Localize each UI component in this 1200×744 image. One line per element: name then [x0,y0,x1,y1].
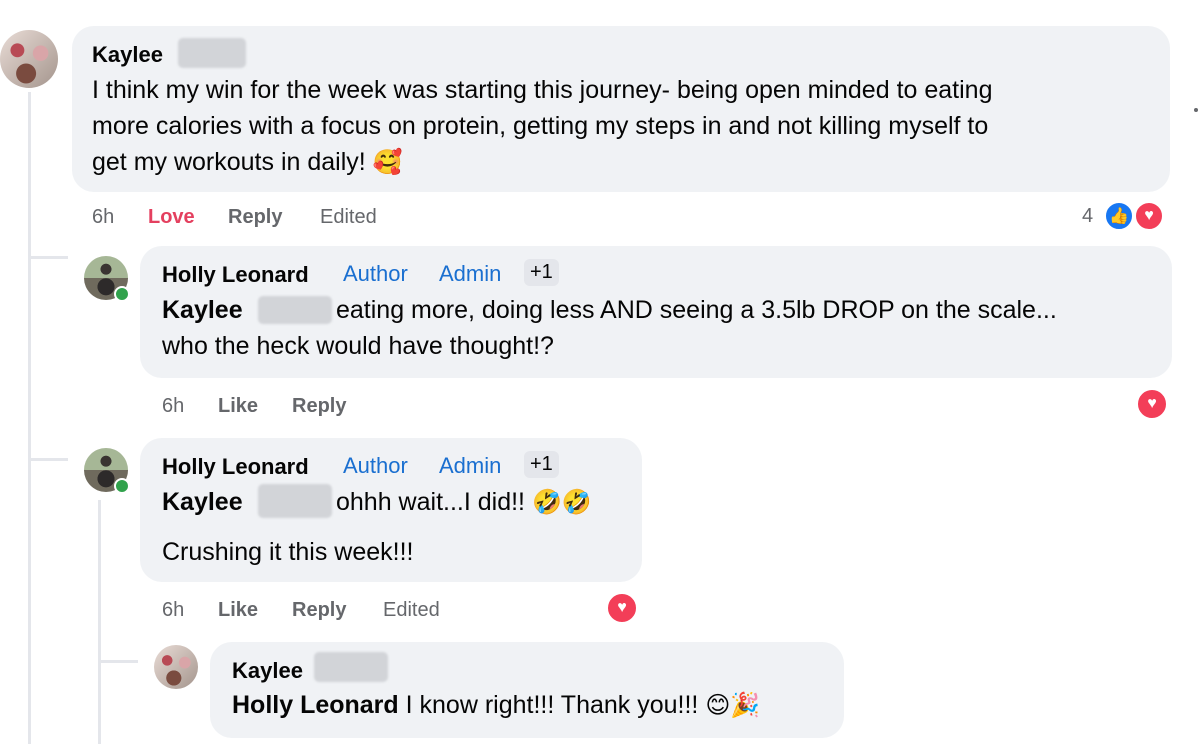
smiling-hearts-emoji: 🥰 [372,149,403,176]
admin-badge[interactable]: Admin [439,261,501,287]
comment-text-line: Holly Leonard I know right!!! Thank you!… [232,687,760,724]
mention-link[interactable]: Holly Leonard [232,691,399,719]
comment-text: who the heck would have thought!? [162,332,554,360]
admin-badge[interactable]: Admin [439,453,501,479]
avatar[interactable] [0,30,58,88]
author-badge[interactable]: Author [343,261,408,287]
redacted-name [314,652,388,682]
comment-text: get my workouts in daily! [92,148,366,176]
comment-author[interactable]: Holly Leonard [162,454,309,480]
comment-bubble: Holly Leonard Author Admin +1 Kaylee eat… [140,246,1172,378]
more-badges[interactable]: +1 [524,451,559,478]
comment-author[interactable]: Kaylee [92,42,163,68]
comment-text-line: Kaylee [162,292,243,328]
heart-icon[interactable]: ♥ [1134,201,1164,231]
comment-timestamp[interactable]: 6h [162,599,184,622]
comment-text: eating more, doing less AND seeing a 3.5… [336,296,1057,324]
mention-link[interactable]: Kaylee [162,488,243,516]
redacted-name [258,484,332,518]
thread-line [98,500,101,744]
comment-text-line: Kaylee [162,484,243,520]
reaction-count[interactable]: 4 [1082,205,1093,228]
thread-branch [28,256,68,259]
thread-branch [28,458,68,461]
thumbs-up-icon[interactable]: 👍 [1104,201,1134,231]
reply-button[interactable]: Reply [228,206,282,229]
thread-line [28,92,31,744]
comment-text-line: more calories with a focus on protein, g… [92,112,989,140]
comment-text-line: ohhh wait...I did!! 🤣🤣 [336,484,592,521]
comment-author[interactable]: Holly Leonard [162,262,309,288]
like-button[interactable]: Like [218,395,258,418]
comment-bubble: Kaylee Holly Leonard I know right!!! Tha… [210,642,844,738]
thread-branch [98,660,138,663]
comment-timestamp[interactable]: 6h [92,206,114,229]
comment-author[interactable]: Kaylee [232,658,303,684]
laughing-emoji: 🤣🤣 [531,489,592,516]
comment-bubble: Holly Leonard Author Admin +1 Kaylee ohh… [140,438,642,582]
online-status-icon [114,286,130,302]
avatar[interactable] [154,645,198,689]
smile-party-emoji: 😊🎉 [705,692,761,719]
redacted-name [178,38,246,68]
comment-text-line: I think my win for the week was starting… [92,76,993,104]
mention-link[interactable]: Kaylee [162,296,243,324]
online-status-icon [114,478,130,494]
more-badges[interactable]: +1 [524,259,559,286]
love-reaction-button[interactable]: Love [148,206,195,229]
comment-text: Crushing it this week!!! [162,538,414,566]
edited-label[interactable]: Edited [383,599,440,622]
more-options-icon[interactable] [1194,108,1198,112]
comment-text: ohhh wait...I did!! [336,488,526,516]
like-button[interactable]: Like [218,599,258,622]
reply-button[interactable]: Reply [292,395,346,418]
comment-timestamp[interactable]: 6h [162,395,184,418]
heart-icon[interactable]: ♥ [1136,388,1168,420]
author-badge[interactable]: Author [343,453,408,479]
redacted-name [258,296,332,324]
reply-button[interactable]: Reply [292,599,346,622]
heart-icon[interactable]: ♥ [606,592,638,624]
comment-text-line: get my workouts in daily! 🥰 [92,144,403,181]
comment-text: I know right!!! Thank you!!! [405,691,699,719]
edited-label[interactable]: Edited [320,206,377,229]
comment-bubble: Kaylee I think my win for the week was s… [72,26,1170,192]
